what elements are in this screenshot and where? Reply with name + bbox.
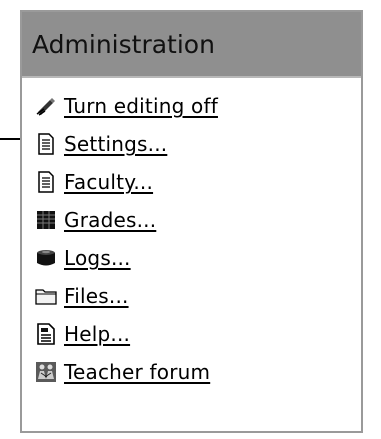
menu-item-turn-editing-off[interactable]: Turn editing off — [34, 87, 361, 125]
menu-item-label[interactable]: Logs... — [64, 246, 131, 270]
menu-item-settings[interactable]: Settings... — [34, 125, 361, 163]
document-icon — [34, 132, 58, 156]
menu-item-label[interactable]: Settings... — [64, 132, 167, 156]
menu-item-label[interactable]: Help... — [64, 322, 130, 346]
help-document-icon — [34, 322, 58, 346]
menu-item-files[interactable]: Files... — [34, 277, 361, 315]
folder-icon — [34, 284, 58, 308]
menu-item-faculty[interactable]: Faculty... — [34, 163, 361, 201]
menu-item-label[interactable]: Files... — [64, 284, 129, 308]
logs-pot-icon — [34, 246, 58, 270]
block-title: Administration — [32, 29, 215, 59]
menu-item-grades[interactable]: Grades... — [34, 201, 361, 239]
menu-item-label[interactable]: Turn editing off — [64, 94, 218, 118]
menu-item-help[interactable]: Help... — [34, 315, 361, 353]
admin-menu: Turn editing off Settings... Faculty... — [22, 78, 361, 391]
grades-grid-icon — [34, 208, 58, 232]
forum-people-icon — [34, 360, 58, 384]
block-header: Administration — [22, 12, 361, 76]
menu-item-label[interactable]: Grades... — [64, 208, 156, 232]
menu-item-label[interactable]: Faculty... — [64, 170, 153, 194]
edit-pen-icon — [34, 94, 58, 118]
document-icon — [34, 170, 58, 194]
administration-block: Administration Turn editing off Settings… — [20, 10, 363, 433]
menu-item-logs[interactable]: Logs... — [34, 239, 361, 277]
menu-item-label[interactable]: Teacher forum — [64, 360, 210, 384]
menu-item-teacher-forum[interactable]: Teacher forum — [34, 353, 361, 391]
